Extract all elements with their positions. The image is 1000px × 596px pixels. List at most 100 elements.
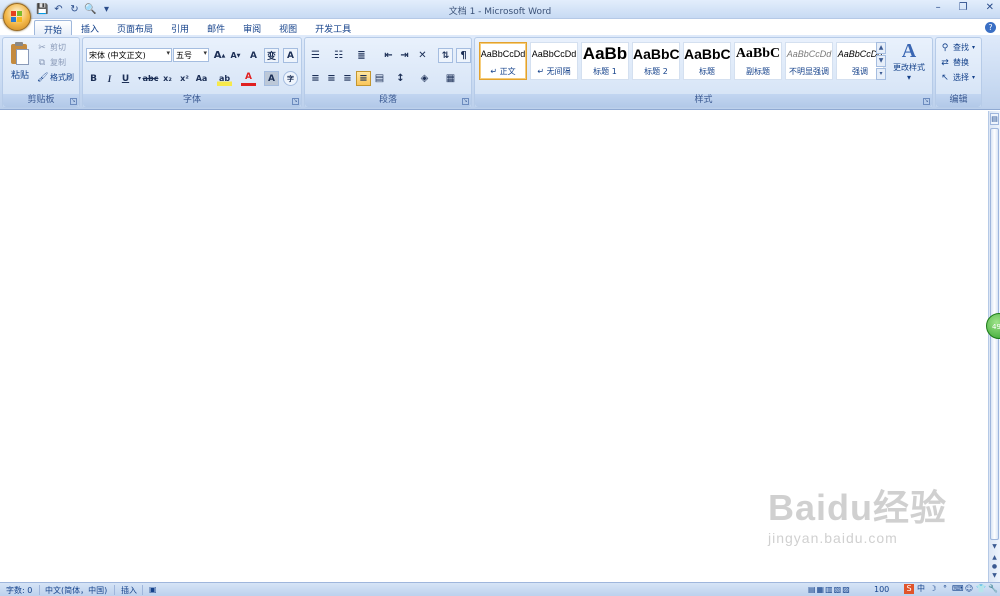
keyboard-icon[interactable]: ⌨ [952,584,964,594]
replace-button[interactable]: ⇄ 替换 [940,57,969,68]
office-logo-icon [11,11,23,23]
line-spacing-button[interactable]: ↕ [393,71,408,86]
tab-view[interactable]: 视图 [270,20,306,35]
style-heading-1[interactable]: AaBb 标题 1 [581,42,629,80]
sogou-icon[interactable]: S [904,584,914,594]
underline-button[interactable]: U [118,71,133,86]
font-group-label: 字体 [83,94,301,107]
tab-home[interactable]: 开始 [34,20,73,36]
binoculars-icon: ⚲ [941,42,949,53]
tab-references[interactable]: 引用 [162,20,198,35]
format-painter-label: 格式刷 [50,73,74,82]
change-case-button[interactable]: Aa [194,71,209,86]
office-button[interactable] [3,3,31,31]
style-subtle-emphasis[interactable]: AaBbCcDd 不明显强调 [785,42,833,80]
clipboard-group-label: 剪贴板 [3,94,79,107]
font-size-select[interactable]: 五号 ▾ [173,48,209,62]
style-title[interactable]: AaBbC 标题 [683,42,731,80]
bullets-button[interactable]: ☰ [308,48,323,63]
strikethrough-button[interactable]: abc [143,71,159,86]
show-marks-button[interactable]: ¶ [456,48,471,63]
font-launcher-icon[interactable]: ↘ [292,98,299,105]
justify-button[interactable]: ≡ [356,71,371,86]
enclose-char-button[interactable]: 字 [283,71,298,86]
shading-button[interactable]: ◈ [417,71,432,86]
chevron-down-icon[interactable]: ▼ [876,55,886,67]
decrease-indent-button[interactable]: ⇤ [381,48,396,63]
view-ruler-icon[interactable]: ▤ [990,113,999,125]
tab-mailings[interactable]: 邮件 [198,20,234,35]
multilevel-list-button[interactable]: ≣ [354,48,369,63]
char-shading-button[interactable]: A [264,71,279,86]
help-icon[interactable]: ? [985,22,996,33]
tab-insert[interactable]: 插入 [72,20,108,35]
style-normal[interactable]: AaBbCcDd ↵ 正文 [479,42,527,80]
borders-button[interactable]: ▦ [443,71,458,86]
font-name-select[interactable]: 宋体 (中文正文) ▾ [86,48,172,62]
next-page-icon[interactable]: ▼ [990,572,999,580]
char-border-button[interactable]: A [283,48,298,63]
gallery-more-icon[interactable]: ▾ [876,68,886,80]
moon-icon[interactable]: ☽ [928,584,938,594]
tab-review[interactable]: 审阅 [234,20,270,35]
align-left-button[interactable]: ≡ [308,71,323,86]
view-buttons[interactable]: ▤▦▥▧▨ [808,585,851,594]
find-button[interactable]: ⚲ 查找 ▾ [940,42,975,53]
clipboard-group: 粘贴 ✂ 剪切 ⧉ 复制 🖌 格式刷 剪贴板 ↘ [2,37,80,108]
subscript-button[interactable]: x₂ [160,71,175,86]
clipboard-launcher-icon[interactable]: ↘ [70,98,77,105]
word-count[interactable]: 字数: 0 [6,585,32,596]
macro-record-icon[interactable]: ▣ [149,585,157,594]
close-button[interactable]: ✕ [986,2,994,13]
chevron-up-icon[interactable]: ▲ [876,42,886,54]
language-status[interactable]: 中文(简体，中国) [45,585,107,596]
change-styles-button[interactable]: A 更改样式 ▾ [890,40,928,82]
punctuation-icon[interactable]: ° [940,584,950,594]
wrench-icon[interactable]: 🔧 [988,584,998,594]
browse-object-icon[interactable]: ● [990,563,999,571]
style-no-spacing[interactable]: AaBbCcDd ↵ 无间隔 [530,42,578,80]
paste-label: 粘贴 [10,71,29,81]
paste-button[interactable]: 粘贴 [6,42,34,90]
shirt-icon[interactable]: 👕 [976,584,986,594]
shrink-font-button[interactable]: A ▼ [228,48,243,63]
asian-layout-button[interactable]: ✕ [415,48,430,63]
chinese-mode-icon[interactable]: 中 [916,584,926,594]
watermark-title: Baidu经验 [768,487,948,528]
style-heading-2[interactable]: AaBbC 标题 2 [632,42,680,80]
italic-button[interactable]: I [102,71,117,86]
clear-format-button[interactable]: A [246,48,261,63]
restore-button[interactable]: ❐ [959,2,968,13]
cut-button[interactable]: ✂ 剪切 [37,42,66,53]
sort-button[interactable]: ⇅ [438,48,453,63]
format-painter-button[interactable]: 🖌 格式刷 [37,72,74,83]
paragraph-launcher-icon[interactable]: ↘ [462,98,469,105]
increase-indent-button[interactable]: ⇥ [397,48,412,63]
align-center-button[interactable]: ≡ [324,71,339,86]
grow-font-button[interactable]: A ▲ [212,48,227,63]
bold-button[interactable]: B [86,71,101,86]
distributed-button[interactable]: ▤ [372,71,387,86]
numbering-button[interactable]: ☷ [331,48,346,63]
align-right-button[interactable]: ≡ [340,71,355,86]
vertical-scrollbar[interactable]: ▤ ▼ ▲ ● ▼ [988,111,1000,582]
chevron-down-icon: ▾ [972,74,976,81]
insert-mode[interactable]: 插入 [121,585,137,596]
emoji-icon[interactable]: ☺ [964,584,974,594]
phonetic-guide-button[interactable]: 变 [264,48,279,63]
select-button[interactable]: ↖ 选择 ▾ [940,72,975,83]
copy-button[interactable]: ⧉ 复制 [37,57,66,68]
scroll-down-icon[interactable]: ▼ [990,543,999,551]
styles-launcher-icon[interactable]: ↘ [923,98,930,105]
tab-page-layout[interactable]: 页面布局 [108,20,162,35]
font-color-button[interactable]: A [241,71,256,86]
zoom-level[interactable]: 100 [874,585,889,594]
style-subtitle[interactable]: AaBbC 副标题 [734,42,782,80]
highlight-button[interactable]: ab [217,71,232,86]
tab-developer[interactable]: 开发工具 [306,20,360,35]
prev-page-icon[interactable]: ▲ [990,554,999,562]
font-group: 宋体 (中文正文) ▾ 五号 ▾ A ▲ A ▼ A 变 A B I U ▾ abc x… [82,37,302,108]
change-styles-icon: A [901,40,917,62]
minimize-button[interactable]: – [936,2,941,13]
superscript-button[interactable]: x² [177,71,192,86]
